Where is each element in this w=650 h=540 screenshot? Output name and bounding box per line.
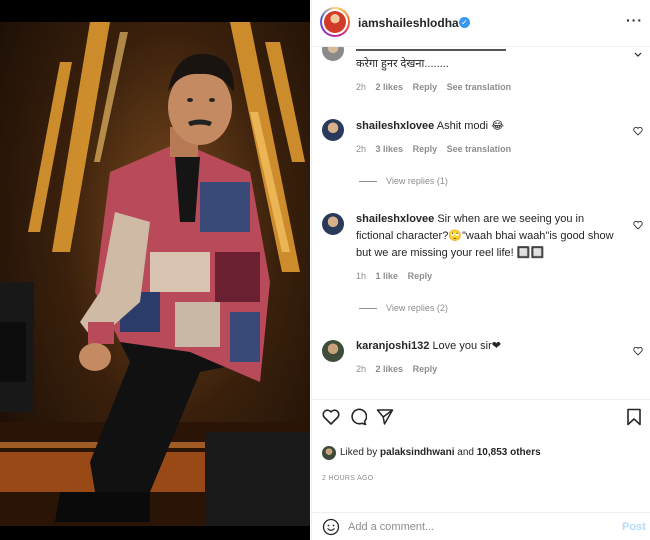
save-bookmark-icon[interactable] (626, 408, 642, 426)
comment-avatar[interactable] (322, 119, 344, 141)
comment-text: shaileshxlovee Sir when are we seeing yo… (356, 211, 616, 262)
likes-text: Liked by palaksindhwani and 10,853 other… (340, 447, 541, 458)
comment-meta: 2h 3 likes Reply See translation (356, 144, 518, 154)
comment-text: करेगा हुनर देखना........ (356, 58, 449, 70)
heart-icon[interactable] (633, 346, 643, 356)
comment-avatar[interactable] (322, 47, 344, 61)
post-actions: Liked by palaksindhwani and 10,853 other… (312, 399, 650, 536)
comment-meta: 2h 2 likes Reply See translation (356, 82, 518, 92)
heart-icon[interactable] (633, 220, 643, 230)
comment-avatar[interactable] (322, 213, 344, 235)
view-replies-button[interactable]: View replies (2) (359, 303, 448, 313)
like-heart-icon[interactable] (322, 408, 340, 426)
reply-button[interactable]: Reply (413, 364, 438, 374)
view-replies-button[interactable]: View replies (1) (359, 176, 448, 186)
more-options-icon[interactable]: ··· (626, 12, 643, 28)
comment-time: 2h (356, 364, 367, 374)
comment-likes[interactable]: 1 like (376, 271, 399, 281)
emoji-smiley-icon[interactable] (322, 518, 340, 536)
post-side-panel: iamshaileshlodha ✓ ··· करेगा हुनर देखना.… (311, 0, 650, 540)
share-paper-plane-icon[interactable] (376, 408, 394, 426)
likes-count[interactable]: 10,853 others (477, 447, 541, 458)
reply-button[interactable]: Reply (408, 271, 433, 281)
add-comment-bar: Post (312, 512, 650, 540)
comment-username[interactable]: shaileshxlovee (356, 213, 434, 225)
post-button[interactable]: Post (622, 521, 646, 533)
reply-button[interactable]: Reply (413, 82, 438, 92)
verified-badge-icon: ✓ (459, 17, 470, 28)
post-photo[interactable] (0, 0, 310, 540)
comment-likes[interactable]: 3 likes (376, 144, 404, 154)
comment-meta: 1h 1 like Reply (356, 271, 439, 281)
avatar-photo (324, 11, 346, 33)
see-translation-button[interactable]: See translation (447, 144, 512, 154)
comment-avatar[interactable] (322, 340, 344, 362)
author-username[interactable]: iamshaileshlodha (358, 16, 459, 30)
comment-text: karanjoshi132 Love you sir❤ (356, 338, 616, 355)
chevron-down-icon[interactable] (633, 50, 643, 60)
comment-username[interactable]: karanjoshi132 (356, 340, 429, 352)
comment-username[interactable]: shaileshxlovee (356, 120, 434, 132)
see-translation-button[interactable]: See translation (447, 82, 512, 92)
liker-avatar[interactable] (322, 446, 336, 460)
author-avatar[interactable] (320, 7, 350, 37)
photo-frame (0, 22, 310, 526)
comment-body: Love you sir❤ (432, 340, 501, 352)
man-seated-illustration (0, 22, 310, 526)
instagram-post-view: iamshaileshlodha ✓ ··· करेगा हुनर देखना.… (0, 0, 650, 540)
liker-username[interactable]: palaksindhwani (380, 447, 454, 458)
comment-time: 2h (356, 144, 367, 154)
post-timestamp[interactable]: 2 HOURS AGO (322, 475, 374, 482)
view-replies-label: View replies (2) (386, 303, 448, 313)
comment-time: 1h (356, 271, 367, 281)
heart-icon[interactable] (633, 126, 643, 136)
post-header: iamshaileshlodha ✓ ··· (312, 0, 650, 47)
reply-button[interactable]: Reply (413, 144, 438, 154)
comment-input[interactable] (348, 519, 598, 535)
comment-meta: 2h 2 likes Reply (356, 364, 444, 374)
comment-bubble-icon[interactable] (349, 408, 367, 426)
comments-list[interactable]: करेगा हुनर देखना........ 2h 2 likes Repl… (312, 47, 650, 399)
comment-likes[interactable]: 2 likes (376, 364, 404, 374)
view-replies-label: View replies (1) (386, 176, 448, 186)
comment-text: shaileshxlovee Ashit modi 😂 (356, 118, 616, 135)
comment-body: Ashit modi 😂 (436, 120, 504, 132)
comment-cut-line (356, 47, 576, 56)
comment-time: 2h (356, 82, 367, 92)
comment-likes[interactable]: 2 likes (376, 82, 404, 92)
